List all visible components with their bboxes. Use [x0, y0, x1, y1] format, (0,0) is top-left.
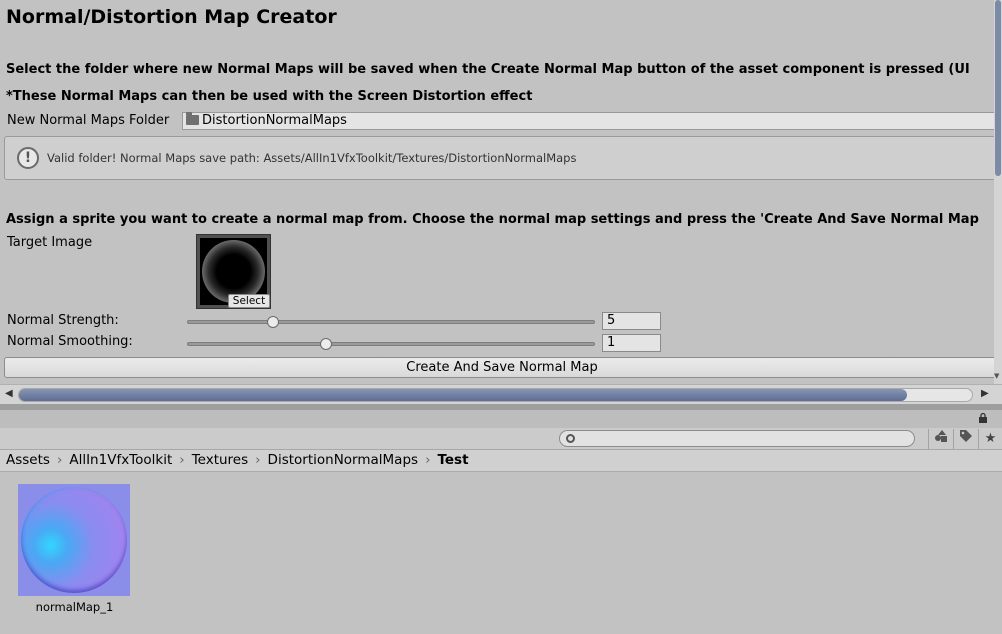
filter-by-type-icon[interactable] — [928, 429, 952, 449]
strength-slider-handle[interactable] — [266, 316, 279, 328]
breadcrumb-item[interactable]: Textures — [192, 452, 248, 468]
folder-value: DistortionNormalMaps — [202, 113, 347, 128]
horizontal-scrollbar-thumb[interactable] — [19, 389, 907, 401]
folder-field[interactable]: DistortionNormalMaps — [182, 112, 1002, 130]
help-message: Valid folder! Normal Maps save path: Ass… — [47, 151, 577, 165]
inspector-panel: Normal/Distortion Map Creator Select the… — [0, 0, 1002, 405]
breadcrumb-current[interactable]: Test — [437, 452, 468, 468]
page-title: Normal/Distortion Map Creator — [6, 6, 337, 28]
vertical-scrollbar-thumb[interactable] — [995, 0, 1001, 176]
create-normal-map-button[interactable]: Create And Save Normal Map — [4, 357, 1000, 378]
smoothing-input[interactable]: 1 — [602, 334, 661, 352]
folder-description: Select the folder where new Normal Maps … — [6, 62, 970, 77]
chevron-right-icon: › — [179, 452, 185, 468]
normal-map-texture-image — [18, 484, 130, 596]
project-toolbar: ★ — [0, 428, 1002, 450]
chevron-right-icon: › — [255, 452, 261, 468]
filter-by-label-icon[interactable] — [953, 429, 977, 449]
scroll-right-arrow-icon[interactable]: ▶ — [981, 388, 989, 399]
target-image-field[interactable]: Select — [196, 234, 271, 309]
chevron-right-icon: › — [56, 452, 63, 468]
chevron-right-icon: › — [425, 452, 431, 468]
asset-thumbnail[interactable] — [18, 484, 131, 597]
search-icon — [566, 434, 575, 443]
breadcrumb-item[interactable]: AllIn1VfxToolkit — [69, 452, 172, 468]
favorite-star-icon[interactable]: ★ — [978, 429, 1002, 449]
breadcrumb-item[interactable]: DistortionNormalMaps — [268, 452, 419, 468]
select-button[interactable]: Select — [228, 294, 270, 308]
target-image-label: Target Image — [7, 235, 93, 250]
horizontal-scrollbar-track[interactable] — [18, 388, 973, 402]
normal-map-disc — [21, 487, 127, 593]
search-input[interactable] — [559, 430, 915, 447]
asset-name-label[interactable]: normalMap_1 — [18, 600, 131, 614]
scroll-left-arrow-icon[interactable]: ◀ — [5, 388, 13, 399]
folder-icon — [186, 112, 199, 125]
scroll-down-arrow-icon[interactable]: ▼ — [994, 372, 999, 380]
exclamation-icon: ! — [17, 147, 39, 169]
lock-icon[interactable] — [978, 413, 988, 423]
smoothing-slider[interactable] — [187, 342, 595, 346]
distortion-note: *These Normal Maps can then be used with… — [6, 89, 533, 104]
project-panel-header — [0, 410, 1002, 428]
smoothing-label: Normal Smoothing: — [7, 334, 133, 349]
folder-label: New Normal Maps Folder — [7, 113, 170, 128]
breadcrumb-item[interactable]: Assets — [6, 452, 50, 468]
strength-label: Normal Strength: — [7, 313, 119, 328]
assign-instructions: Assign a sprite you want to create a nor… — [6, 212, 979, 227]
smoothing-slider-handle[interactable] — [319, 338, 332, 350]
vertical-scrollbar[interactable]: ▼ — [994, 0, 1002, 384]
strength-input[interactable]: 5 — [602, 312, 661, 330]
breadcrumb: Assets › AllIn1VfxToolkit › Textures › Distort… — [0, 450, 1002, 472]
strength-slider[interactable] — [187, 320, 595, 324]
horizontal-scrollbar[interactable]: ◀ ▶ — [0, 384, 1002, 404]
help-box: ! Valid folder! Normal Maps save path: A… — [4, 136, 1002, 180]
